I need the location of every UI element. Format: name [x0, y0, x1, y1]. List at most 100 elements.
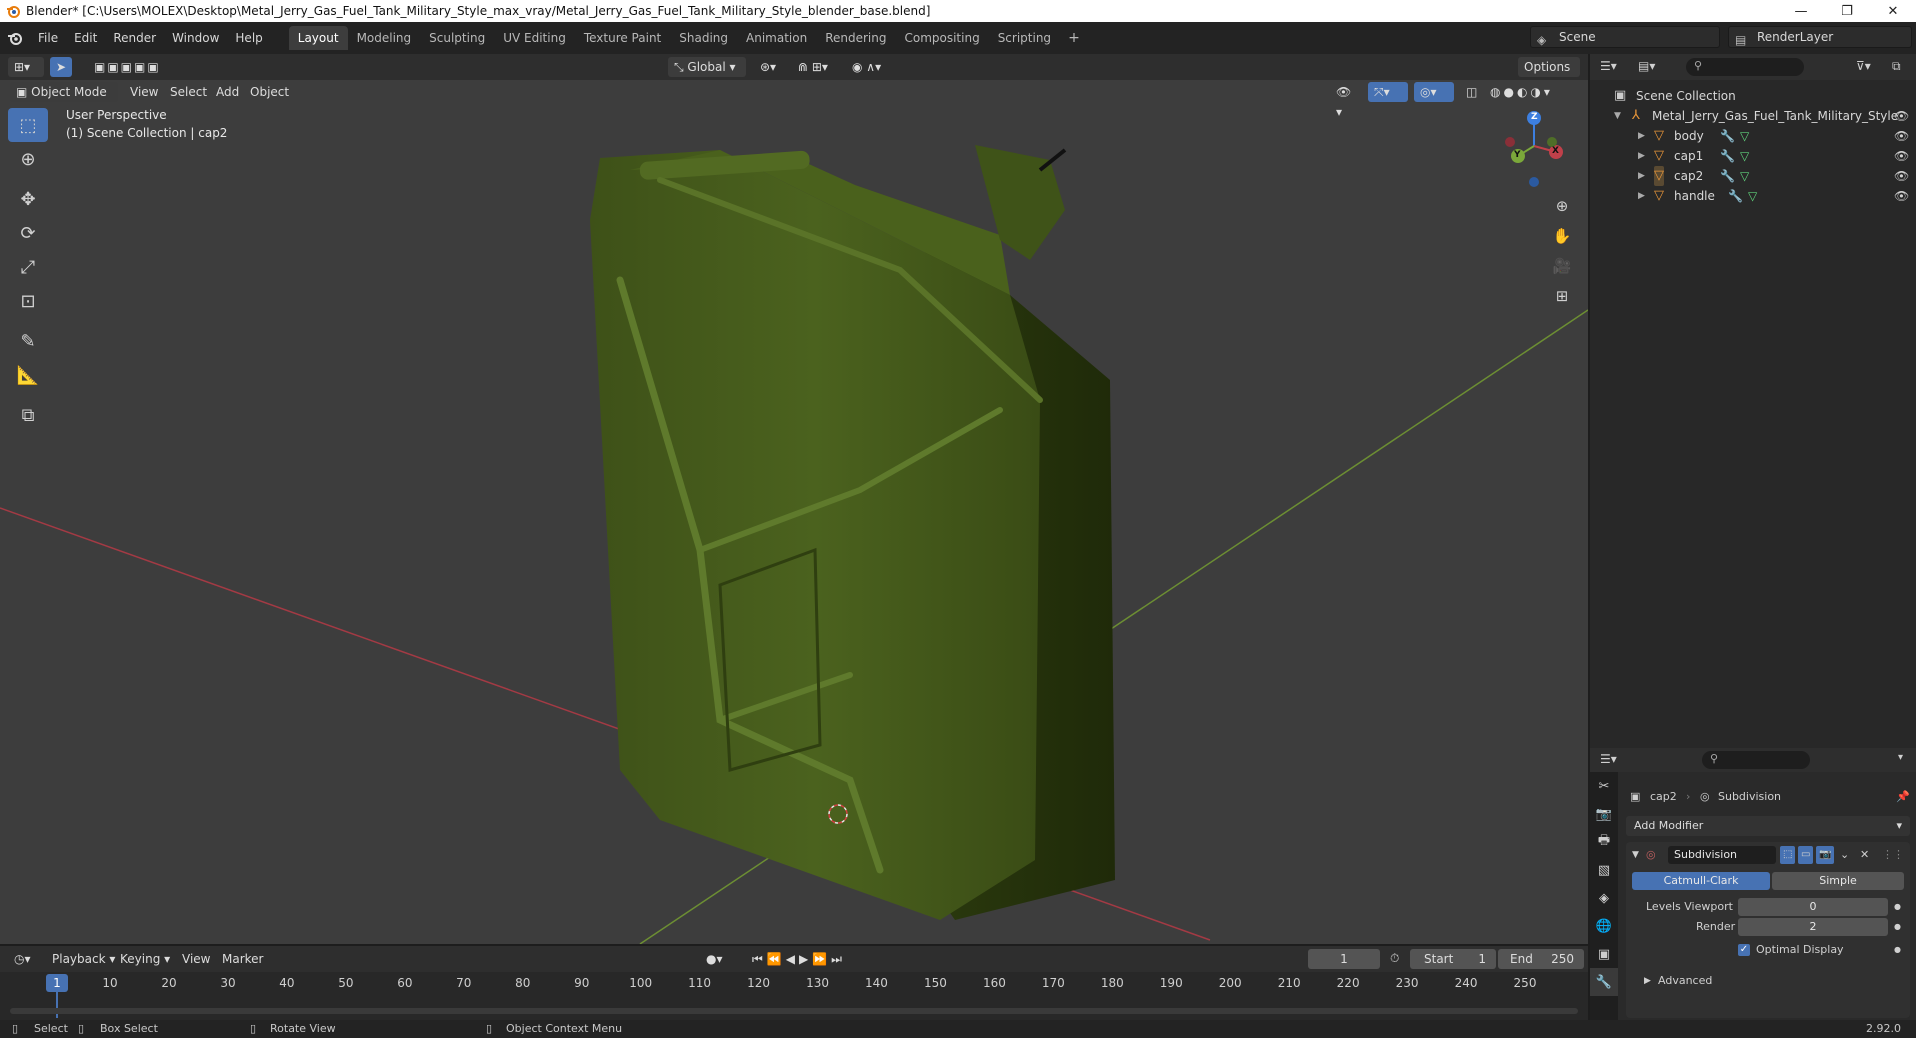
snap-icon[interactable]: ⋒ ⊞▾	[792, 57, 842, 77]
gizmo-y-label[interactable]: Y	[1514, 150, 1521, 160]
timeline-track[interactable]: 1 10 20 30 40 50 60 70 80 90 100 110 120 130 140 150 160…	[0, 972, 1588, 1020]
tab-compositing[interactable]: Compositing	[895, 26, 988, 50]
proportional-edit-icon[interactable]: ◉ ∧▾	[846, 57, 896, 77]
gizmo-x-label[interactable]: X	[1552, 146, 1559, 156]
visibility-eye-icon[interactable]: 👁	[1894, 126, 1909, 146]
close-button[interactable]: ✕	[1870, 0, 1916, 22]
tab-uv-editing[interactable]: UV Editing	[494, 26, 575, 50]
visibility-eye-icon[interactable]: 👁	[1894, 146, 1909, 166]
collapse-arrow-icon[interactable]: ▼	[1632, 846, 1639, 864]
outliner-row-cap1[interactable]: ▶ ▽ cap1 🔧 ▽ 👁	[1590, 146, 1916, 166]
world-tab-icon[interactable]: 🌐	[1590, 912, 1618, 940]
blender-menu-icon[interactable]	[0, 30, 30, 46]
menu-window[interactable]: Window	[164, 22, 227, 54]
tab-shading[interactable]: Shading	[670, 26, 737, 50]
outliner-row-cap2[interactable]: ▶ ▽ cap2 🔧 ▽ 👁	[1590, 166, 1916, 186]
expand-arrow-icon[interactable]: ▶	[1644, 972, 1651, 990]
xray-icon[interactable]: ◫	[1460, 82, 1482, 102]
filter-icon[interactable]: ⊽▾	[1856, 59, 1871, 73]
add-cube-tool-icon[interactable]: ⧉	[8, 398, 48, 432]
render-levels-input[interactable]: 2	[1738, 918, 1888, 936]
remove-modifier-icon[interactable]: ✕	[1860, 846, 1869, 864]
tab-sculpting[interactable]: Sculpting	[420, 26, 494, 50]
outliner-row-body[interactable]: ▶ ▽ body 🔧 ▽ 👁	[1590, 126, 1916, 146]
expand-arrow-icon[interactable]: ▶	[1638, 166, 1645, 186]
object-tab-icon[interactable]: ▣	[1590, 940, 1618, 968]
menu-keying[interactable]: Keying ▾	[114, 949, 176, 969]
menu-timeline-view[interactable]: View	[176, 949, 216, 969]
menu-file[interactable]: File	[30, 22, 66, 54]
new-collection-icon[interactable]: ⧉	[1892, 59, 1901, 74]
minimize-button[interactable]: —	[1778, 0, 1824, 22]
output-tab-icon[interactable]: 🖶	[1590, 828, 1618, 856]
add-workspace-button[interactable]: +	[1060, 30, 1088, 46]
transform-orientation-dropdown[interactable]: ⤡ Global ▾	[668, 57, 746, 77]
add-modifier-dropdown[interactable]: Add Modifier ▾	[1626, 816, 1910, 836]
measure-tool-icon[interactable]: 📐	[8, 358, 48, 392]
expand-arrow-icon[interactable]: ▶	[1638, 146, 1645, 166]
pivot-icon[interactable]: ⊛▾	[754, 57, 790, 77]
menu-view[interactable]: View	[124, 82, 164, 102]
zoom-icon[interactable]: ⊕	[1548, 192, 1576, 220]
advanced-section-label[interactable]: Advanced	[1658, 972, 1712, 990]
realtime-toggle-icon[interactable]: ▭	[1798, 846, 1814, 864]
keyframe-dot-icon[interactable]: ●	[1894, 918, 1901, 936]
menu-select[interactable]: Select	[164, 82, 213, 102]
editor-type-icon[interactable]: ⊞▾	[8, 57, 44, 77]
display-mode-icon[interactable]: ▤▾	[1638, 59, 1655, 73]
select-mode-icon[interactable]: ➤	[50, 57, 72, 77]
transform-tool-icon[interactable]: ⊡	[8, 284, 48, 318]
visibility-eye-icon[interactable]: 👁	[1894, 166, 1909, 186]
scene-tab-icon[interactable]: ◈	[1590, 884, 1618, 912]
view-layer-tab-icon[interactable]: ▧	[1590, 856, 1618, 884]
camera-view-icon[interactable]: 🎥	[1548, 252, 1576, 280]
properties-search-input[interactable]: ⚲	[1702, 751, 1810, 769]
3d-viewport[interactable]: Z Y X User Perspective (1) Scene Collect…	[0, 80, 1588, 944]
levels-viewport-input[interactable]: 0	[1738, 898, 1888, 916]
outliner-row-handle[interactable]: ▶ ▽ handle 🔧 ▽ 👁	[1590, 186, 1916, 206]
menu-playback[interactable]: Playback ▾	[46, 949, 121, 969]
options-dropdown[interactable]: Options ▾	[1518, 57, 1580, 94]
select-box-tool-icon[interactable]: ⬚	[8, 108, 48, 142]
menu-add[interactable]: Add	[210, 82, 245, 102]
end-frame-input[interactable]: End 250	[1498, 949, 1584, 969]
pan-hand-icon[interactable]: ✋	[1548, 222, 1576, 250]
expand-arrow-icon[interactable]: ▶	[1638, 126, 1645, 146]
tab-animation[interactable]: Animation	[737, 26, 816, 50]
keyframe-dot-icon[interactable]: ●	[1894, 898, 1901, 916]
render-toggle-icon[interactable]: 📷	[1816, 846, 1835, 864]
current-frame-input[interactable]: 1	[1308, 949, 1380, 969]
move-tool-icon[interactable]: ✥	[8, 182, 48, 216]
outliner-row-scene-collection[interactable]: ▣ Scene Collection	[1590, 86, 1916, 106]
record-icon[interactable]: ●▾	[700, 949, 730, 969]
catmull-clark-option[interactable]: Catmull-Clark	[1632, 872, 1770, 890]
rotate-tool-icon[interactable]: ⟳	[8, 216, 48, 250]
tab-texture-paint[interactable]: Texture Paint	[575, 26, 670, 50]
scale-tool-icon[interactable]: ⤢	[8, 250, 48, 284]
overlay-toggle-icon[interactable]: ◎▾	[1414, 82, 1454, 102]
pin-icon[interactable]: 📌	[1896, 788, 1910, 806]
menu-help[interactable]: Help	[227, 22, 270, 54]
annotate-tool-icon[interactable]: ✎	[8, 324, 48, 358]
render-layer-selector[interactable]: ▤ RenderLayer	[1728, 26, 1912, 48]
tool-tab-icon[interactable]: ✂	[1590, 772, 1618, 800]
shading-modes-icon[interactable]: ◍●◐◑▾	[1484, 82, 1580, 102]
outliner-editor-icon[interactable]: ☰▾	[1600, 59, 1617, 73]
timeline-scrollbar[interactable]	[10, 1008, 1578, 1014]
timeline-editor-icon[interactable]: ◷▾	[8, 949, 42, 969]
maximize-button[interactable]: ❐	[1824, 0, 1870, 22]
chevron-down-icon[interactable]: ▾	[1898, 752, 1903, 763]
visibility-icon[interactable]: 👁▾	[1330, 82, 1360, 119]
menu-object[interactable]: Object	[244, 82, 295, 102]
tab-scripting[interactable]: Scripting	[989, 26, 1060, 50]
select-box-modes-icon[interactable]: ▣▣▣▣▣	[88, 57, 182, 77]
scene-selector[interactable]: ◈ Scene	[1530, 26, 1720, 48]
edit-mode-toggle-icon[interactable]: ⬚	[1780, 846, 1796, 864]
expand-arrow-icon[interactable]: ▼	[1614, 106, 1621, 126]
modifier-name-input[interactable]: Subdivision	[1668, 846, 1776, 864]
visibility-eye-icon[interactable]: 👁	[1894, 106, 1909, 126]
outliner-search-input[interactable]: ⚲	[1686, 58, 1804, 76]
gizmo-toggle-icon[interactable]: ⤧▾	[1368, 82, 1408, 102]
modifier-tab-icon[interactable]: 🔧	[1590, 968, 1618, 996]
cursor-tool-icon[interactable]: ⊕	[8, 142, 48, 176]
